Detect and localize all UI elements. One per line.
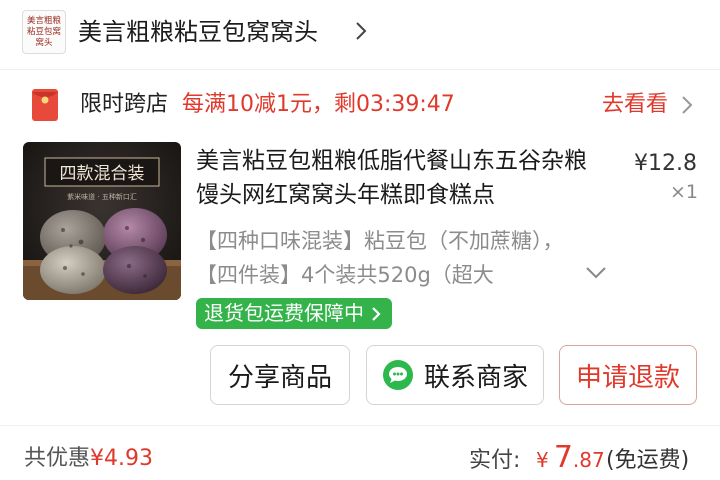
thumb-banner-text: 四款混合装 [60, 164, 145, 184]
product-title[interactable]: 美言粘豆包粗粮低脂代餐山东五谷杂粮馒头网红窝窝头年糕即食糕点 [196, 144, 606, 212]
divider [0, 69, 720, 70]
contact-button-label: 联系商家 [423, 362, 528, 393]
product-image[interactable]: 四款混合装 紫米味道 · 五种新口汇 [23, 142, 181, 300]
promo-label: 限时跨店 [80, 92, 169, 117]
saving-label: 共优惠 [24, 446, 91, 471]
share-button-label: 分享商品 [227, 362, 332, 393]
store-name[interactable]: 美言粗粮粘豆包窝窝头 [78, 14, 318, 50]
chevron-right-icon[interactable] [352, 20, 370, 42]
wechat-chat-icon [382, 360, 413, 390]
store-logo[interactable]: 美言粗粮粘豆包窝窝头 [22, 10, 66, 54]
saving-amount: ¥4.93 [90, 446, 153, 471]
share-product-button[interactable]: 分享商品 [210, 345, 350, 405]
product-specs[interactable]: 【四种口味混装】粘豆包（不加蔗糖），【四件装】4个装共520g（超大 [196, 224, 576, 292]
chevron-right-icon [372, 306, 381, 321]
paid-currency: ¥ [536, 448, 549, 472]
paid-decimal: .87 [572, 448, 605, 472]
red-envelope-icon [32, 89, 58, 121]
contact-seller-button[interactable]: 联系商家 [366, 345, 544, 405]
store-logo-text: 美言粗粮粘豆包窝窝头 [27, 15, 62, 48]
thumb-subtitle-text: 紫米味道 · 五种新口汇 [67, 192, 137, 201]
shipping-note: (免运费) [606, 448, 690, 473]
product-photo: 四款混合装 紫米味道 · 五种新口汇 [23, 142, 181, 300]
total-discount: 共优惠¥4.93 [24, 444, 153, 474]
chevron-down-icon[interactable] [583, 264, 609, 282]
product-price: ¥12.8 [634, 151, 697, 176]
promo-link[interactable]: 去看看 [602, 88, 668, 122]
product-quantity: ×1 [670, 181, 699, 203]
promo-countdown: 每满10减1元，剩03:39:47 [182, 92, 455, 117]
paid-integer: 7 [553, 440, 573, 475]
request-refund-button[interactable]: 申请退款 [559, 345, 697, 405]
chevron-right-icon[interactable] [679, 95, 695, 115]
return-shipping-badge[interactable]: 退货包运费保障中 [196, 298, 392, 329]
badge-label: 退货包运费保障中 [204, 301, 364, 325]
divider [0, 425, 720, 426]
paid-amount: ¥ 7.87 [536, 440, 605, 480]
refund-button-label: 申请退款 [575, 362, 680, 393]
paid-label: 实付: [469, 448, 521, 473]
